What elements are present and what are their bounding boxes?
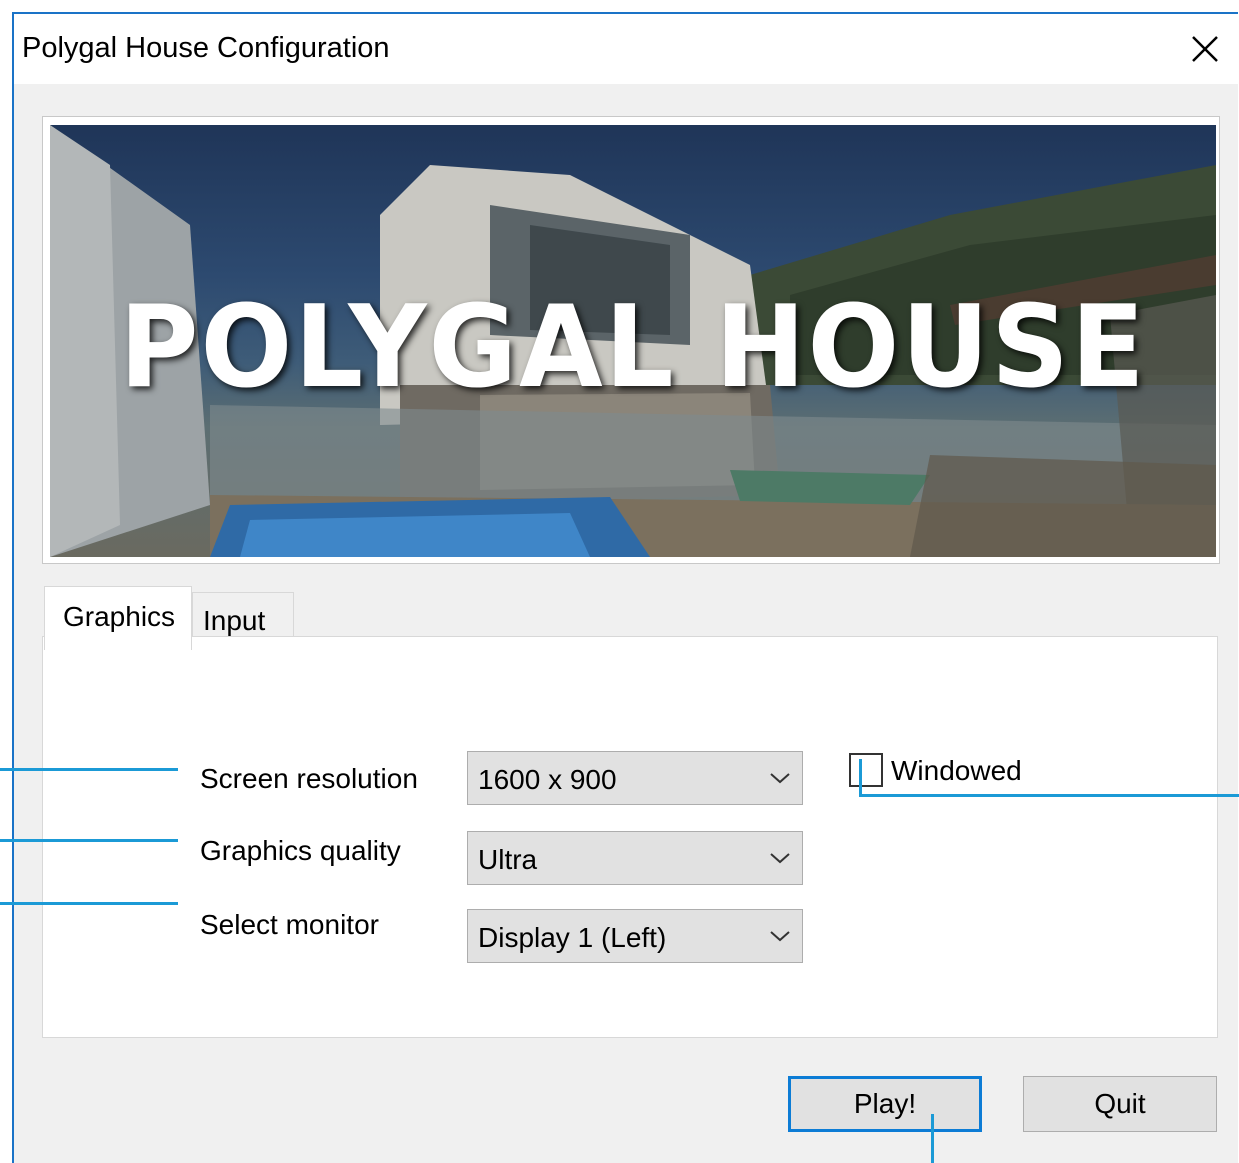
graphics-quality-label: Graphics quality: [200, 835, 401, 866]
banner-image: POLYGAL HOUSE: [50, 125, 1216, 557]
screen-resolution-select[interactable]: 1600 x 900: [467, 751, 803, 805]
windowed-label: Windowed: [891, 755, 1022, 786]
game-banner: POLYGAL HOUSE: [42, 116, 1220, 564]
annotation-line-resolution: [0, 768, 178, 771]
tab-graphics[interactable]: Graphics: [44, 586, 192, 650]
select-monitor-value: Display 1 (Left): [478, 922, 667, 953]
chevron-down-icon: [770, 931, 790, 942]
tab-input-label: Input: [203, 605, 266, 636]
select-monitor-select[interactable]: Display 1 (Left): [467, 909, 803, 963]
select-monitor-label: Select monitor: [200, 909, 379, 940]
close-icon: [1192, 36, 1218, 62]
config-window: Polygal House Configuration POLYGAL HOUS…: [12, 12, 1238, 1163]
screen-resolution-value: 1600 x 900: [478, 764, 617, 795]
title-bar: Polygal House Configuration: [14, 14, 1238, 84]
windowed-checkbox[interactable]: [849, 753, 883, 787]
graphics-quality-value: Ultra: [478, 844, 538, 875]
graphics-quality-select[interactable]: Ultra: [467, 831, 803, 885]
annotation-line-play: [931, 1114, 934, 1163]
quit-button[interactable]: Quit: [1023, 1076, 1217, 1132]
graphics-panel: Screen resolution 1600 x 900 Graphics qu…: [42, 636, 1218, 1038]
screen-resolution-label: Screen resolution: [200, 763, 418, 794]
annotation-line-monitor: [0, 902, 178, 905]
chevron-down-icon: [770, 773, 790, 784]
banner-title-text: POLYGAL HOUSE: [119, 281, 1147, 414]
annotation-line-windowed-horizontal: [859, 794, 1239, 797]
window-title: Polygal House Configuration: [22, 32, 390, 64]
annotation-line-quality: [0, 839, 178, 842]
close-button[interactable]: [1180, 24, 1230, 74]
tab-graphics-label: Graphics: [63, 601, 176, 632]
annotation-line-windowed-vertical: [859, 759, 862, 797]
chevron-down-icon: [770, 853, 790, 864]
play-button[interactable]: Play!: [788, 1076, 982, 1132]
